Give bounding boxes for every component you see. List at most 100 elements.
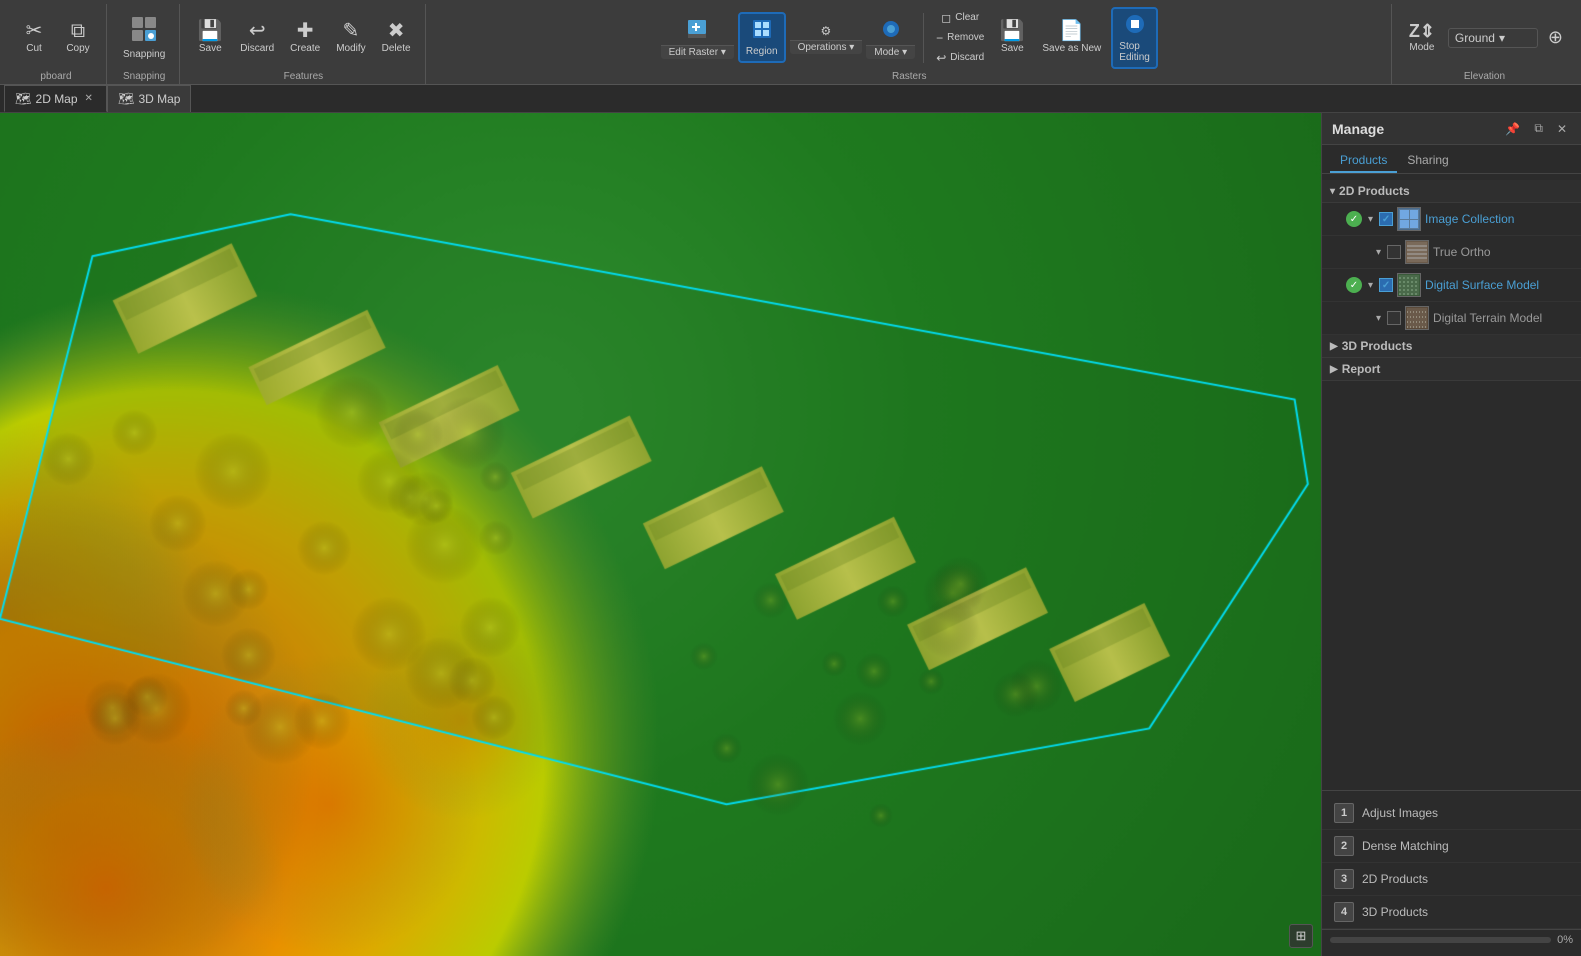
elevation-mode-icon: Z⇕: [1409, 22, 1435, 40]
toolbar-group-snapping: Snapping Snapping: [109, 4, 180, 84]
tab-2d-map-icon: 🗺: [15, 91, 32, 107]
delete-button[interactable]: ✖ Delete: [376, 17, 417, 58]
edit-raster-top[interactable]: [682, 16, 712, 45]
modify-button[interactable]: ✎ Modify: [330, 17, 371, 58]
mode-label[interactable]: Mode ▾: [866, 45, 915, 59]
image-collection-collapse[interactable]: ▾: [1368, 214, 1373, 225]
panel-header: Manage 📌 ⧉ ✕: [1322, 113, 1581, 145]
remove-button[interactable]: − Remove: [932, 29, 988, 47]
dtm-collapse[interactable]: ▾: [1376, 313, 1381, 324]
layer-digital-surface-model[interactable]: ✓ ▾ ✓ Digital Surface Model: [1322, 269, 1581, 302]
cut-icon: ✂: [26, 21, 43, 41]
remove-icon: −: [936, 31, 943, 45]
map-grid-icon[interactable]: ⊞: [1289, 924, 1313, 948]
panel-close-button[interactable]: ✕: [1553, 120, 1571, 138]
region-icon: [751, 18, 773, 44]
progress-bar-area: 0%: [1322, 929, 1581, 950]
dtm-thumb: [1405, 306, 1429, 330]
save-button[interactable]: 💾 Save: [190, 17, 230, 58]
region-label: Region: [746, 46, 778, 57]
tab-2d-map-close[interactable]: ✕: [82, 92, 96, 105]
delete-label: Delete: [382, 43, 411, 54]
stop-editing-label: StopEditing: [1119, 41, 1150, 63]
right-panel: Manage 📌 ⧉ ✕ Products Sharing ▾ 2D Produ…: [1321, 113, 1581, 956]
progress-text: 0%: [1557, 934, 1573, 946]
panel-tab-products[interactable]: Products: [1330, 149, 1397, 173]
edit-raster-label[interactable]: Edit Raster ▾: [661, 45, 734, 59]
panel-content: ▾ 2D Products ✓ ▾ ✓: [1322, 174, 1581, 790]
layer-digital-terrain-model[interactable]: ▾ Digital Terrain Model: [1322, 302, 1581, 335]
clear-button[interactable]: ◻ Clear: [932, 9, 988, 27]
workflow-dense-matching[interactable]: 2 Dense Matching: [1322, 830, 1581, 863]
panel-tab-sharing[interactable]: Sharing: [1397, 149, 1458, 173]
create-label: Create: [290, 43, 320, 54]
elevation-mode-button[interactable]: Z⇕ Mode: [1402, 18, 1442, 57]
snapping-group-label: Snapping: [123, 71, 165, 84]
discard-button[interactable]: ↩ Discard: [234, 17, 280, 58]
section-3d-products-label: 3D Products: [1342, 339, 1413, 353]
section-3d-products[interactable]: ▶ 3D Products: [1322, 335, 1581, 358]
true-ortho-collapse[interactable]: ▾: [1376, 247, 1381, 258]
tab-3d-map-label: 3D Map: [138, 92, 180, 106]
elevation-group-label: Elevation: [1464, 71, 1505, 84]
tab-2d-map[interactable]: 🗺 2D Map ✕: [4, 85, 107, 112]
discard2-button[interactable]: ↩ Discard: [932, 49, 988, 67]
save2-button[interactable]: 💾 Save: [992, 17, 1032, 58]
section-2d-products-label: 2D Products: [1339, 184, 1410, 198]
workflow-3d-products[interactable]: 4 3D Products: [1322, 896, 1581, 929]
bottom-panel: 1 Adjust Images 2 Dense Matching 3 2D Pr…: [1322, 790, 1581, 956]
copy-button[interactable]: ⧉ Copy: [58, 17, 98, 58]
cut-button[interactable]: ✂ Cut: [14, 17, 54, 58]
operations-label[interactable]: Operations ▾: [790, 40, 863, 54]
clipboard-group-label: pboard: [40, 71, 71, 84]
ground-label: Ground: [1455, 31, 1495, 45]
workflow-2-num: 2: [1334, 836, 1354, 856]
save-icon: 💾: [198, 21, 223, 41]
add-surface-button[interactable]: ⊕: [1544, 23, 1567, 52]
section-2d-products[interactable]: ▾ 2D Products: [1322, 180, 1581, 203]
toolbar-group-elevation: Z⇕ Mode Ground ▾ ⊕ Elevation: [1394, 4, 1575, 84]
dtm-checkbox[interactable]: [1387, 311, 1401, 325]
operations-top[interactable]: ⚙: [817, 22, 836, 40]
mode-icon: [880, 18, 902, 43]
discard-icon: ↩: [249, 21, 266, 41]
edit-raster-icon: [686, 18, 708, 43]
dsm-collapse[interactable]: ▾: [1368, 280, 1373, 291]
region-button[interactable]: Region: [738, 12, 786, 63]
save-label: Save: [199, 43, 222, 54]
edit-raster-split-button[interactable]: Edit Raster ▾: [661, 16, 734, 59]
operations-split-button[interactable]: ⚙ Operations ▾: [790, 22, 863, 54]
create-button[interactable]: ✚ Create: [284, 17, 326, 58]
toolbar: ✂ Cut ⧉ Copy pboard: [0, 0, 1581, 85]
ground-dropdown[interactable]: Ground ▾: [1448, 28, 1538, 48]
workflow-1-label: Adjust Images: [1362, 806, 1438, 820]
elevation-mode-label: Mode: [1409, 42, 1434, 53]
image-collection-status: ✓: [1346, 211, 1362, 227]
save-as-new-button[interactable]: 📄 Save as New: [1036, 17, 1107, 58]
section-report[interactable]: ▶ Report: [1322, 358, 1581, 381]
add-surface-icon: ⊕: [1548, 27, 1563, 48]
clear-label: Clear: [955, 12, 979, 23]
toolbar-group-rasters: Edit Raster ▾ Region ⚙: [428, 4, 1392, 84]
stop-editing-button[interactable]: StopEditing: [1111, 7, 1158, 69]
tab-bar: 🗺 2D Map ✕ 🗺 3D Map: [0, 85, 1581, 113]
tab-3d-map[interactable]: 🗺 3D Map: [107, 85, 192, 112]
map-view[interactable]: ⊞: [0, 113, 1321, 956]
copy-label: Copy: [66, 43, 89, 54]
toolbar-group-features: 💾 Save ↩ Discard ✚ Create ✎ Modify ✖ Del…: [182, 4, 425, 84]
map-controls: ⊞: [1289, 924, 1313, 948]
dsm-checkbox[interactable]: ✓: [1379, 278, 1393, 292]
workflow-2d-products[interactable]: 3 2D Products: [1322, 863, 1581, 896]
true-ortho-checkbox[interactable]: [1387, 245, 1401, 259]
mode-top[interactable]: [876, 16, 906, 45]
snapping-button[interactable]: Snapping: [117, 11, 171, 64]
ground-dropdown-chevron: ▾: [1499, 31, 1505, 45]
mode-split-button[interactable]: Mode ▾: [866, 16, 915, 59]
panel-pin-button[interactable]: 📌: [1501, 120, 1524, 138]
layer-image-collection[interactable]: ✓ ▾ ✓ Image Collection: [1322, 203, 1581, 236]
snapping-label: Snapping: [123, 49, 165, 60]
panel-detach-button[interactable]: ⧉: [1530, 119, 1547, 138]
layer-true-ortho[interactable]: ▾ True Ortho: [1322, 236, 1581, 269]
image-collection-checkbox[interactable]: ✓: [1379, 212, 1393, 226]
workflow-adjust-images[interactable]: 1 Adjust Images: [1322, 797, 1581, 830]
